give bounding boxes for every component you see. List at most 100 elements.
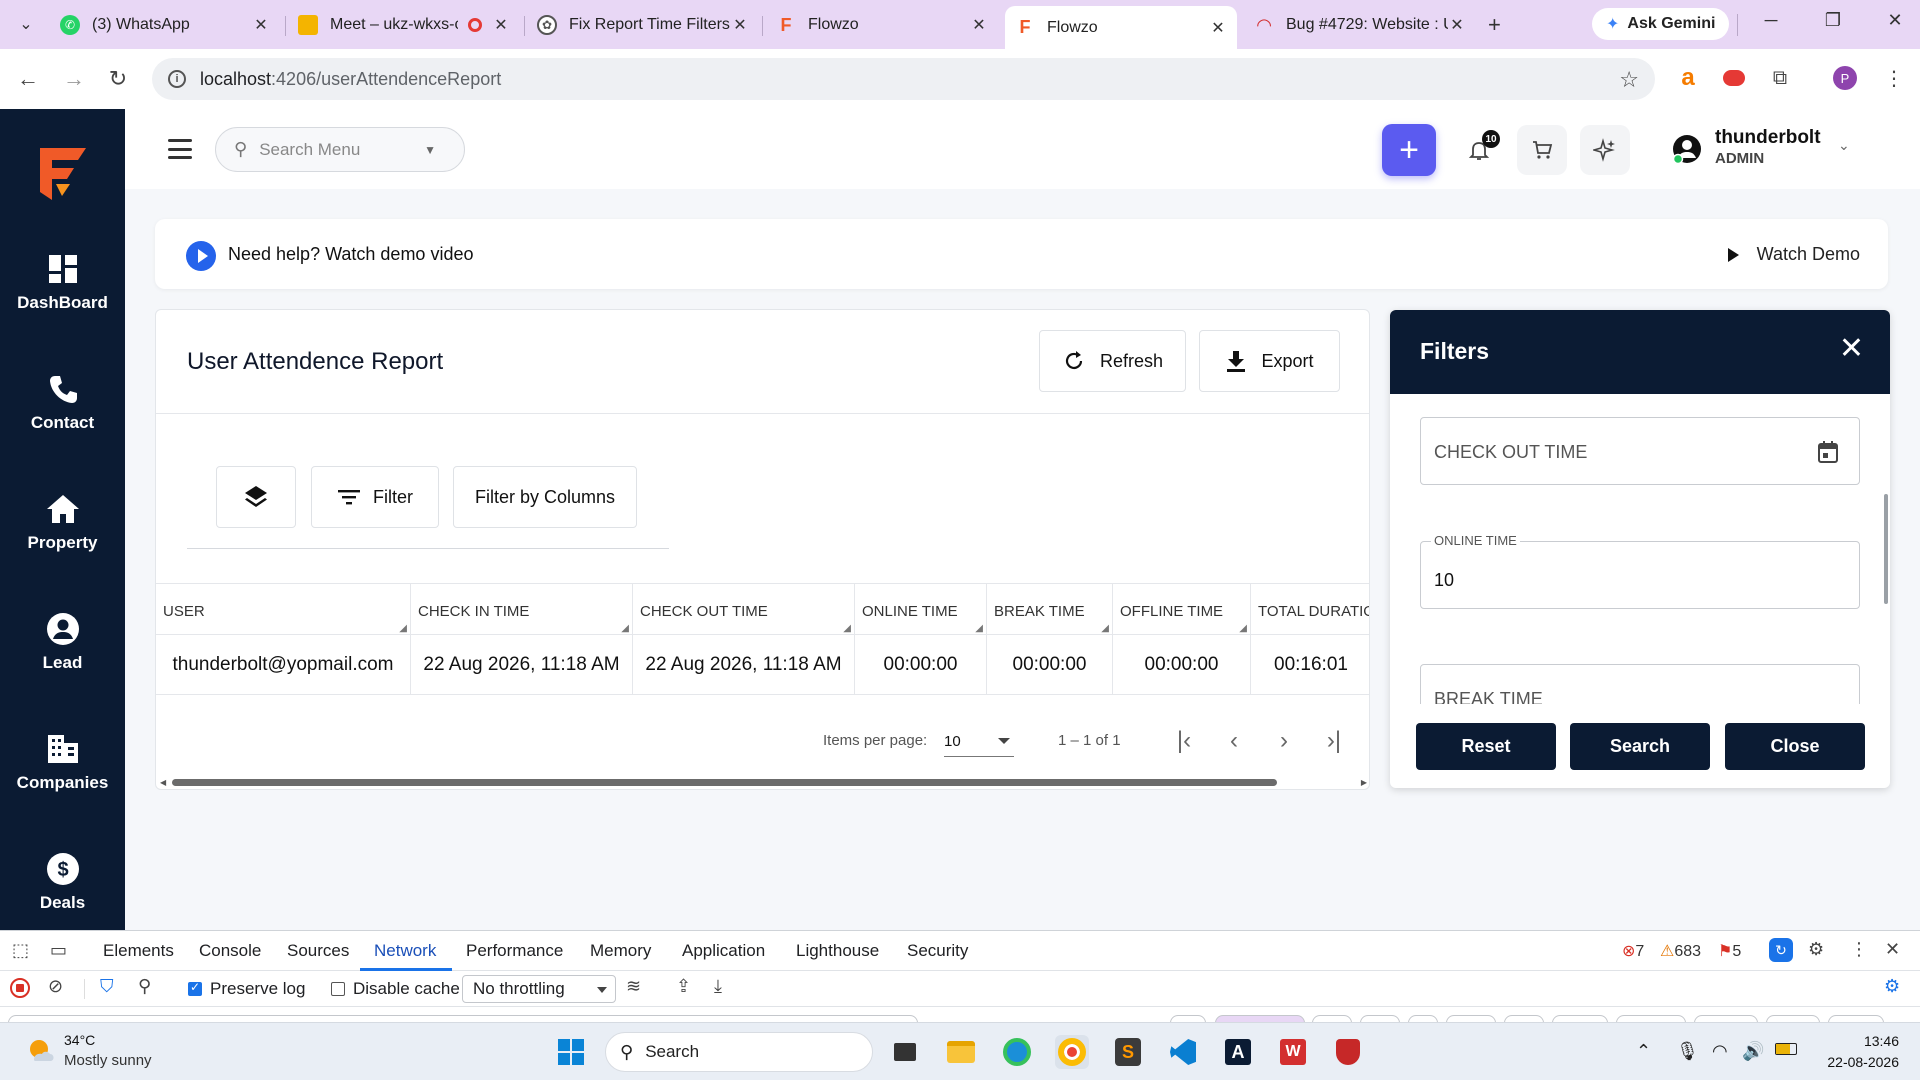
microphone-icon[interactable]: 🎙 (1676, 1041, 1699, 1062)
site-info-icon[interactable]: i (168, 70, 186, 88)
sidebar-item-lead[interactable]: Lead (0, 609, 125, 673)
forward-icon[interactable]: → (60, 65, 88, 93)
browser-tab-flowzo-1[interactable]: F Flowzo ✕ (766, 7, 998, 43)
battery-icon[interactable] (1775, 1043, 1797, 1055)
online-time-field[interactable]: ONLINE TIME 10 (1420, 533, 1860, 609)
user-menu-chevron-icon[interactable]: ⌄ (1838, 137, 1850, 154)
ai-sparkle-button[interactable] (1580, 125, 1630, 175)
scroll-left-icon[interactable]: ◀ (160, 778, 166, 787)
reload-icon[interactable]: ↻ (104, 65, 132, 93)
close-icon[interactable]: ✕ (970, 15, 988, 35)
wifi-icon[interactable]: ◠ (1712, 1041, 1728, 1062)
task-view-icon[interactable] (888, 1035, 922, 1069)
maximize-icon[interactable]: ❐ (1818, 10, 1848, 31)
sidebar-item-companies[interactable]: Companies (0, 729, 125, 793)
sidebar-item-property[interactable]: Property (0, 489, 125, 553)
tab-performance[interactable]: Performance (466, 941, 563, 961)
profile-avatar[interactable]: P (1831, 64, 1859, 92)
export-button[interactable]: Export (1199, 330, 1340, 392)
close-icon[interactable]: ✕ (1448, 15, 1466, 35)
resize-grip-icon[interactable]: ◢ (843, 623, 851, 634)
notifications-button[interactable]: 10 (1454, 125, 1504, 175)
horizontal-scrollbar[interactable]: ◀ ▶ (156, 775, 1369, 789)
tab-elements[interactable]: Elements (103, 941, 174, 961)
tab-search-chevron-icon[interactable]: ⌄ (14, 12, 38, 36)
break-time-field[interactable]: BREAK TIME (1420, 664, 1860, 704)
sublime-text-icon[interactable]: S (1111, 1035, 1145, 1069)
previous-page-icon[interactable]: ‹ (1217, 724, 1251, 758)
close-devtools-icon[interactable]: ✕ (1885, 939, 1900, 960)
browser-tab-whatsapp[interactable]: ✆ (3) WhatsApp ✕ (50, 7, 280, 43)
ai-assistant-icon[interactable]: ↻ (1769, 938, 1793, 962)
next-page-icon[interactable]: › (1267, 724, 1301, 758)
watch-demo-button[interactable]: Watch Demo (1727, 244, 1860, 265)
refresh-button[interactable]: Refresh (1039, 330, 1186, 392)
resize-grip-icon[interactable]: ◢ (1239, 623, 1247, 634)
column-header-total-duration[interactable]: TOTAL DURATIO (1251, 584, 1369, 636)
file-explorer-icon[interactable] (944, 1035, 978, 1069)
cart-button[interactable] (1517, 125, 1567, 175)
column-header-check-in-time[interactable]: CHECK IN TIME ◢ (411, 584, 633, 636)
user-avatar[interactable] (1672, 134, 1702, 164)
filter-button[interactable]: Filter (311, 466, 439, 528)
resize-grip-icon[interactable]: ◢ (621, 623, 629, 634)
column-header-check-out-time[interactable]: CHECK OUT TIME ◢ (633, 584, 855, 636)
minimize-icon[interactable]: ─ (1756, 10, 1786, 31)
settings-gear-icon[interactable]: ⚙ (1808, 939, 1824, 960)
extension-a-icon[interactable]: a (1674, 64, 1702, 92)
extension-record-icon[interactable] (1720, 64, 1748, 92)
export-har-icon[interactable]: ⤓ (714, 976, 722, 997)
tab-application[interactable]: Application (682, 941, 765, 961)
tab-sources[interactable]: Sources (287, 941, 349, 961)
browser-tab-fix-report[interactable]: ✿ Fix Report Time Filters ✕ (527, 7, 759, 43)
office-app-icon[interactable]: W (1276, 1035, 1310, 1069)
tab-lighthouse[interactable]: Lighthouse (796, 941, 879, 961)
tab-console[interactable]: Console (199, 941, 261, 961)
column-header-offline-time[interactable]: OFFLINE TIME ◢ (1113, 584, 1251, 636)
network-conditions-icon[interactable]: ≋ (626, 976, 641, 997)
chrome-browser-icon[interactable] (1055, 1035, 1089, 1069)
sidebar-item-deals[interactable]: $ Deals (0, 849, 125, 913)
filter-by-columns-button[interactable]: Filter by Columns (453, 466, 637, 528)
ask-gemini-button[interactable]: ✦ Ask Gemini (1592, 8, 1730, 40)
back-icon[interactable]: ← (14, 65, 42, 93)
preserve-log-checkbox[interactable]: Preserve log (188, 979, 305, 999)
network-settings-icon[interactable]: ⚙ (1884, 976, 1900, 997)
clear-icon[interactable]: ⊘ (48, 976, 63, 997)
more-options-icon[interactable]: ⋮ (1850, 939, 1868, 960)
search-menu-input[interactable]: ⚲ Search Menu ▼ (215, 127, 465, 172)
table-row[interactable]: thunderbolt@yopmail.com 22 Aug 2026, 11:… (156, 635, 1369, 695)
sidebar-item-dashboard[interactable]: DashBoard (0, 249, 125, 313)
menu-toggle-icon[interactable] (168, 139, 192, 159)
resize-grip-icon[interactable]: ◢ (399, 623, 407, 634)
system-clock[interactable]: 13:46 22-08-2026 (1819, 1031, 1899, 1073)
resize-grip-icon[interactable]: ◢ (1101, 623, 1109, 634)
show-hidden-icons-chevron-icon[interactable]: ⌃ (1636, 1041, 1651, 1062)
close-icon[interactable]: ✕ (1839, 334, 1864, 364)
terminal-app-icon[interactable]: A (1221, 1035, 1255, 1069)
record-stop-icon[interactable] (10, 978, 30, 998)
inspect-element-icon[interactable]: ⬚ (12, 940, 29, 961)
security-app-icon[interactable] (1331, 1035, 1365, 1069)
volume-icon[interactable]: 🔊 (1742, 1041, 1764, 1062)
import-har-icon[interactable]: ⇪ (676, 976, 691, 997)
device-toolbar-icon[interactable]: ▭ (50, 940, 67, 961)
issue-count[interactable]: ⚑5 (1718, 941, 1741, 961)
column-header-user[interactable]: USER ◢ (156, 584, 411, 636)
edge-browser-icon[interactable] (1000, 1035, 1034, 1069)
url-omnibox[interactable]: i localhost:4206/userAttendenceReport ☆ (152, 58, 1655, 100)
windows-start-icon[interactable] (554, 1035, 588, 1069)
page-size-select[interactable]: 10 (944, 725, 1014, 757)
search-button[interactable]: Search (1570, 723, 1710, 770)
check-out-time-field[interactable]: CHECK OUT TIME (1420, 417, 1860, 485)
close-icon[interactable]: ✕ (252, 15, 270, 35)
browser-tab-flowzo-active[interactable]: F Flowzo ✕ (1005, 6, 1237, 49)
browser-tab-meet[interactable]: Meet – ukz-wkxs-c ✕ (288, 7, 520, 43)
layers-button[interactable] (216, 466, 296, 528)
browser-menu-icon[interactable]: ⋮ (1880, 64, 1908, 92)
close-icon[interactable]: ✕ (492, 15, 510, 35)
scroll-right-icon[interactable]: ▶ (1361, 778, 1367, 787)
disable-cache-checkbox[interactable]: Disable cache (331, 979, 460, 999)
calendar-icon[interactable] (1817, 440, 1839, 464)
extensions-puzzle-icon[interactable]: ⧉ (1766, 64, 1794, 92)
